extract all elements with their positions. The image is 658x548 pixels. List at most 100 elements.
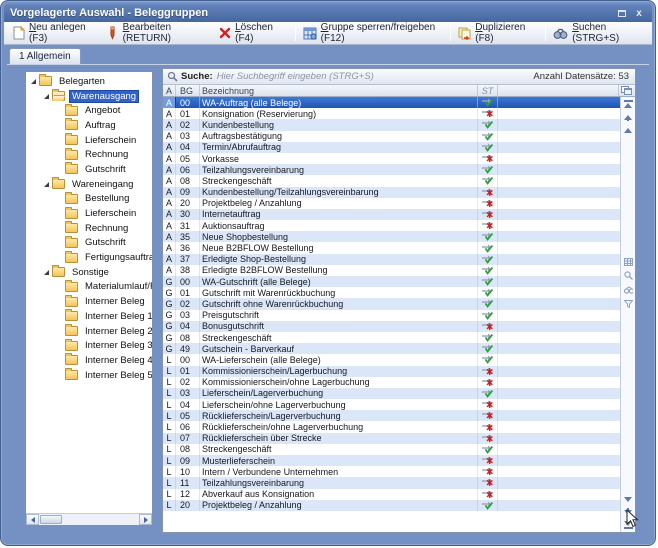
- column-header-a[interactable]: A: [163, 85, 176, 96]
- tree-expander-icon[interactable]: [43, 268, 52, 277]
- table-row[interactable]: L 09 Musterlieferschein: [163, 455, 620, 466]
- search-button[interactable]: Suchen (STRG+S): [549, 20, 648, 46]
- lock-group-button[interactable]: Gruppe sperren/freigeben (F12): [299, 20, 448, 46]
- filter-funnel-icon[interactable]: [624, 300, 633, 308]
- table-row[interactable]: G 49 Gutschein - Barverkauf: [163, 343, 620, 354]
- scroll-page-up-icon[interactable]: [624, 113, 633, 121]
- search-bar[interactable]: Suche: Hier Suchbegriff eingeben (STRG+S…: [163, 69, 635, 85]
- table-row[interactable]: L 11 Teilzahlungsvereinbarung: [163, 477, 620, 488]
- table-row[interactable]: A 04 Termin/Abrufauftrag: [163, 142, 620, 153]
- tree-expander-icon[interactable]: [30, 77, 39, 86]
- zoom-search-icon[interactable]: [624, 272, 633, 280]
- table-row[interactable]: L 04 Lieferschein/ohne Lagerverbuchung: [163, 399, 620, 410]
- table-row[interactable]: A 08 Streckengeschäft: [163, 175, 620, 186]
- scroll-to-top-icon[interactable]: [624, 100, 633, 108]
- edit-button[interactable]: Bearbeiten (RETURN): [102, 20, 214, 46]
- column-header-bezeichnung[interactable]: Bezeichnung: [200, 85, 478, 96]
- tree-expander-icon[interactable]: [56, 371, 65, 380]
- tree-horizontal-scrollbar[interactable]: [26, 513, 152, 525]
- tree-item[interactable]: Belegarten: [26, 74, 152, 89]
- new-button[interactable]: Neu anlegen (F3): [8, 20, 102, 46]
- table-row[interactable]: A 02 Kundenbestellung: [163, 119, 620, 130]
- table-row[interactable]: A 30 Internetauftrag: [163, 209, 620, 220]
- table-row[interactable]: A 38 Erledigte B2BFLOW Bestellung: [163, 265, 620, 276]
- table-row[interactable]: A 00 WA-Auftrag (alle Belege): [163, 97, 620, 108]
- table-row[interactable]: L 07 Rücklieferschein über Strecke: [163, 433, 620, 444]
- tree-item[interactable]: Wareneingang: [26, 177, 152, 192]
- tree-item[interactable]: Interner Beleg: [26, 294, 152, 309]
- table-row[interactable]: A 37 Erledigte Shop-Bestellung: [163, 254, 620, 265]
- table-row[interactable]: G 02 Gutschrift ohne Warenrückbuchung: [163, 298, 620, 309]
- table-row[interactable]: L 12 Abverkauf aus Konsignation: [163, 489, 620, 500]
- tab-allgemein[interactable]: 1 Allgemein: [9, 48, 81, 65]
- tree-item[interactable]: Warenausgang: [26, 89, 152, 104]
- delete-button[interactable]: Löschen (F4): [214, 20, 291, 46]
- tree-item[interactable]: Bestellung: [26, 192, 152, 207]
- table-row[interactable]: G 03 Preisgutschrift: [163, 310, 620, 321]
- table-row[interactable]: A 20 Projektbeleg / Anzahlung: [163, 198, 620, 209]
- tree-item[interactable]: Interner Beleg 3 (PPS): [26, 338, 152, 353]
- tree-item[interactable]: Fertigungsauftrag (PPS): [26, 250, 152, 265]
- tree-item[interactable]: Interner Beleg 1 (PPS): [26, 309, 152, 324]
- tree-expander-icon[interactable]: [56, 121, 65, 130]
- tree-item[interactable]: Auftrag: [26, 118, 152, 133]
- tree-expander-icon[interactable]: [56, 297, 65, 306]
- tree-item[interactable]: Lieferschein: [26, 133, 152, 148]
- table-row[interactable]: A 36 Neue B2BFLOW Bestellung: [163, 242, 620, 253]
- tree-item[interactable]: Angebot: [26, 103, 152, 118]
- table-row[interactable]: A 05 Vorkasse: [163, 153, 620, 164]
- tree-expander-icon[interactable]: [56, 238, 65, 247]
- table-row[interactable]: G 00 WA-Gutschrift (alle Belege): [163, 276, 620, 287]
- table-row[interactable]: G 01 Gutschrift mit Warenrückbuchung: [163, 287, 620, 298]
- tree-item[interactable]: Gutschrift: [26, 162, 152, 177]
- tree-item[interactable]: Interner Beleg 4 (PPS): [26, 353, 152, 368]
- find-binoculars-icon[interactable]: [624, 286, 633, 294]
- scroll-down-icon[interactable]: [624, 495, 633, 503]
- table-row[interactable]: A 03 Auftragsbestätigung: [163, 131, 620, 142]
- search-placeholder[interactable]: Hier Suchbegriff eingeben (STRG+S): [217, 71, 534, 82]
- table-scroll-rail[interactable]: [620, 97, 635, 532]
- column-header-st[interactable]: ST: [478, 85, 498, 96]
- table-row[interactable]: L 08 Streckengeschäft: [163, 444, 620, 455]
- tree-expander-icon[interactable]: [56, 327, 65, 336]
- tree-expander-icon[interactable]: [56, 165, 65, 174]
- table-row[interactable]: A 31 Auktionsauftrag: [163, 220, 620, 231]
- tree-expander-icon[interactable]: [56, 209, 65, 218]
- grid-view-icon[interactable]: [624, 258, 633, 266]
- tree-item[interactable]: Rechnung: [26, 147, 152, 162]
- scroll-right-button[interactable]: [139, 514, 152, 525]
- scroll-up-icon[interactable]: [624, 126, 633, 134]
- tree-item[interactable]: Materialumlauf/Reparatur: [26, 280, 152, 295]
- tree-expander-icon[interactable]: [56, 253, 65, 262]
- tree-expander-icon[interactable]: [43, 180, 52, 189]
- table-row[interactable]: L 05 Rücklieferschein/Lagerverbuchung: [163, 410, 620, 421]
- column-chooser-button[interactable]: [619, 85, 635, 96]
- table-row[interactable]: A 09 Kundenbestellung/Teilzahlungsverein…: [163, 187, 620, 198]
- table-row[interactable]: A 01 Konsignation (Reservierung): [163, 108, 620, 119]
- tree-item[interactable]: Gutschrift: [26, 236, 152, 251]
- tree-expander-icon[interactable]: [56, 194, 65, 203]
- tree-item[interactable]: Rechnung: [26, 221, 152, 236]
- scrollbar-thumb[interactable]: [40, 515, 62, 524]
- table-row[interactable]: A 06 Teilzahlungsvereinbarung: [163, 164, 620, 175]
- table-row[interactable]: L 03 Lieferschein/Lagerverbuchung: [163, 388, 620, 399]
- tree-item[interactable]: Sonstige: [26, 265, 152, 280]
- table-row[interactable]: L 20 Projektbeleg / Anzahlung: [163, 500, 620, 511]
- table-row[interactable]: A 35 Neue Shopbestellung: [163, 231, 620, 242]
- tree-expander-icon[interactable]: [56, 282, 65, 291]
- table-row[interactable]: L 06 Rücklieferschein/ohne Lagerverbuchu…: [163, 421, 620, 432]
- tree-expander-icon[interactable]: [56, 356, 65, 365]
- table-row[interactable]: L 10 Intern / Verbundene Unternehmen: [163, 466, 620, 477]
- tree-item[interactable]: Interner Beleg 2 (PPS): [26, 324, 152, 339]
- duplicate-button[interactable]: Duplizieren (F8): [454, 20, 542, 46]
- restore-window-button[interactable]: [615, 7, 629, 20]
- table-row[interactable]: G 08 Streckengeschäft: [163, 332, 620, 343]
- tree-expander-icon[interactable]: [56, 136, 65, 145]
- table-row[interactable]: L 02 Kommissionierschein/ohne Lagerbuchu…: [163, 377, 620, 388]
- scroll-left-button[interactable]: [26, 514, 39, 525]
- close-window-button[interactable]: x: [632, 7, 646, 20]
- table-row[interactable]: G 04 Bonusgutschrift: [163, 321, 620, 332]
- tree-expander-icon[interactable]: [56, 150, 65, 159]
- column-header-bg[interactable]: BG: [176, 85, 200, 96]
- tree-expander-icon[interactable]: [56, 312, 65, 321]
